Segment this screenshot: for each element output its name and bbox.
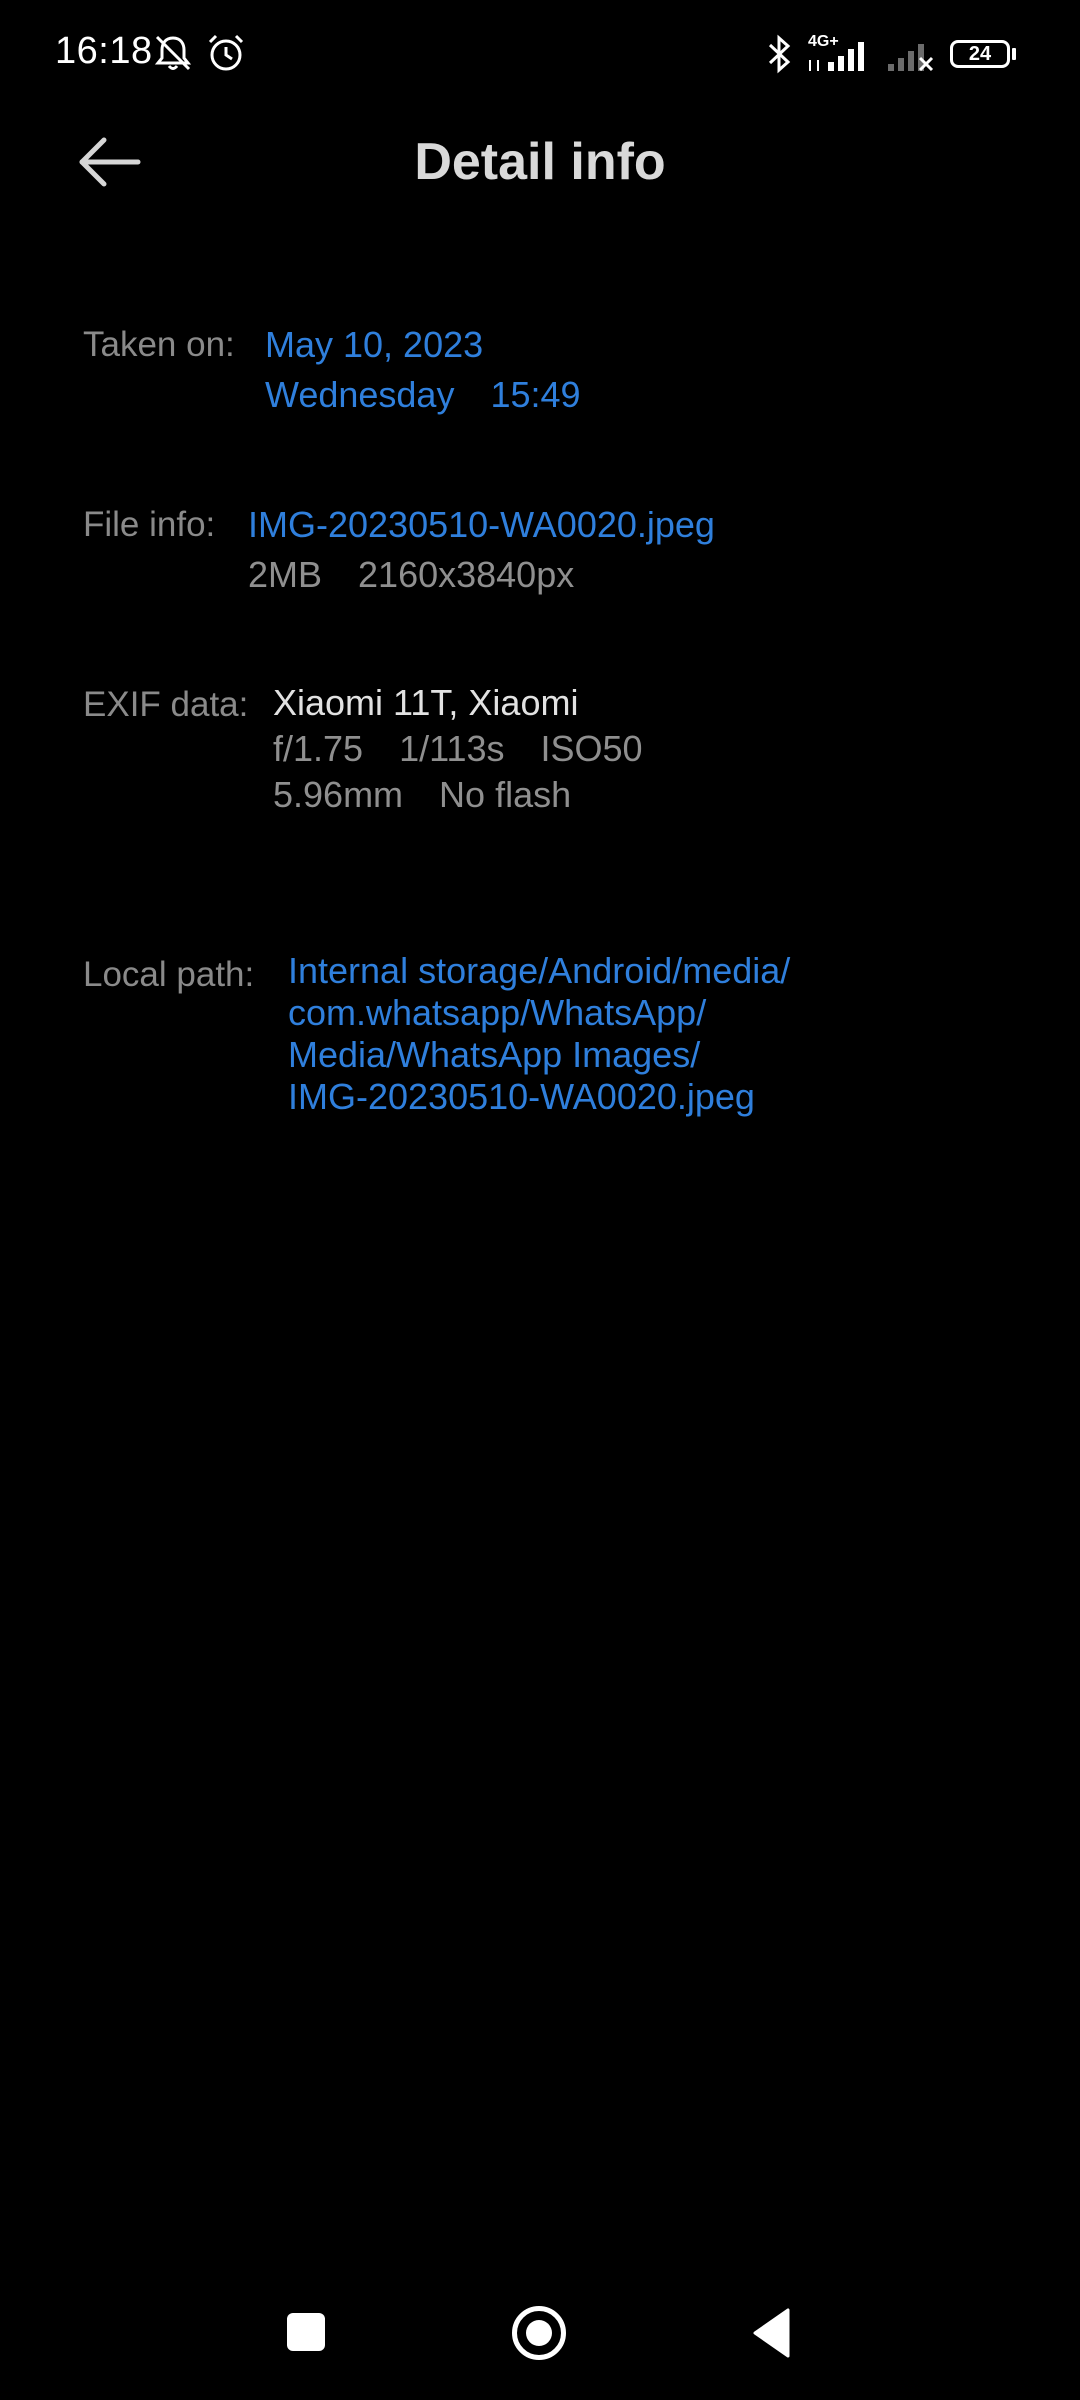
exif-exposure-row: f/1.75 1/113s ISO50 [273,726,643,772]
local-path-link[interactable]: Internal storage/Android/media/ com.what… [288,950,790,1118]
status-bar: 16:18 4G+ 24 [0,0,1080,110]
taken-on-weekday: Wednesday [265,374,455,415]
taken-on-label: Taken on: [83,325,235,364]
file-info-label: File info: [83,505,216,544]
file-size: 2MB [248,554,323,595]
exif-lens-row: 5.96mm No flash [273,772,643,818]
battery-nub [1012,48,1016,60]
home-dot [526,2320,552,2346]
battery-icon: 24 [950,40,1010,68]
local-path-label: Local path: [83,955,255,994]
bell-off-icon [152,32,194,79]
network-type-label: 4G+ [808,33,839,50]
recents-square-icon[interactable] [287,2313,325,2351]
no-signal-icon [886,34,936,79]
exif-shutter: 1/113s [399,728,505,769]
local-path-line: Media/WhatsApp Images/ [288,1034,701,1075]
local-path-line: Internal storage/Android/media/ [288,950,791,991]
exif-aperture: f/1.75 [273,728,364,769]
taken-on-date: May 10, 2023 [265,324,484,365]
file-size-row: 2MB 2160x3840px [248,550,715,600]
taken-on-time-row: Wednesday 15:49 [265,370,581,420]
exif-iso: ISO50 [540,728,643,769]
back-triangle-icon[interactable] [752,2308,792,2363]
alarm-icon [205,32,247,79]
local-path-line: com.whatsapp/WhatsApp/ [288,992,707,1033]
local-path-line: IMG-20230510-WA0020.jpeg [288,1076,755,1117]
page-title: Detail info [414,133,666,191]
exif-label: EXIF data: [83,685,249,724]
taken-on-value[interactable]: May 10, 2023 Wednesday 15:49 [265,320,581,420]
bluetooth-icon [764,34,794,79]
file-info-value: IMG-20230510-WA0020.jpeg 2MB 2160x3840px [248,500,715,600]
exif-flash: No flash [439,774,572,815]
file-name-link[interactable]: IMG-20230510-WA0020.jpeg [248,500,715,550]
exif-value: Xiaomi 11T, Xiaomi f/1.75 1/113s ISO50 5.9… [273,680,643,818]
exif-focal-length: 5.96mm [273,774,404,815]
status-time: 16:18 [55,30,153,72]
taken-on-time: 15:49 [490,374,581,415]
file-resolution: 2160x3840px [358,554,575,595]
exif-device: Xiaomi 11T, Xiaomi [273,682,579,723]
